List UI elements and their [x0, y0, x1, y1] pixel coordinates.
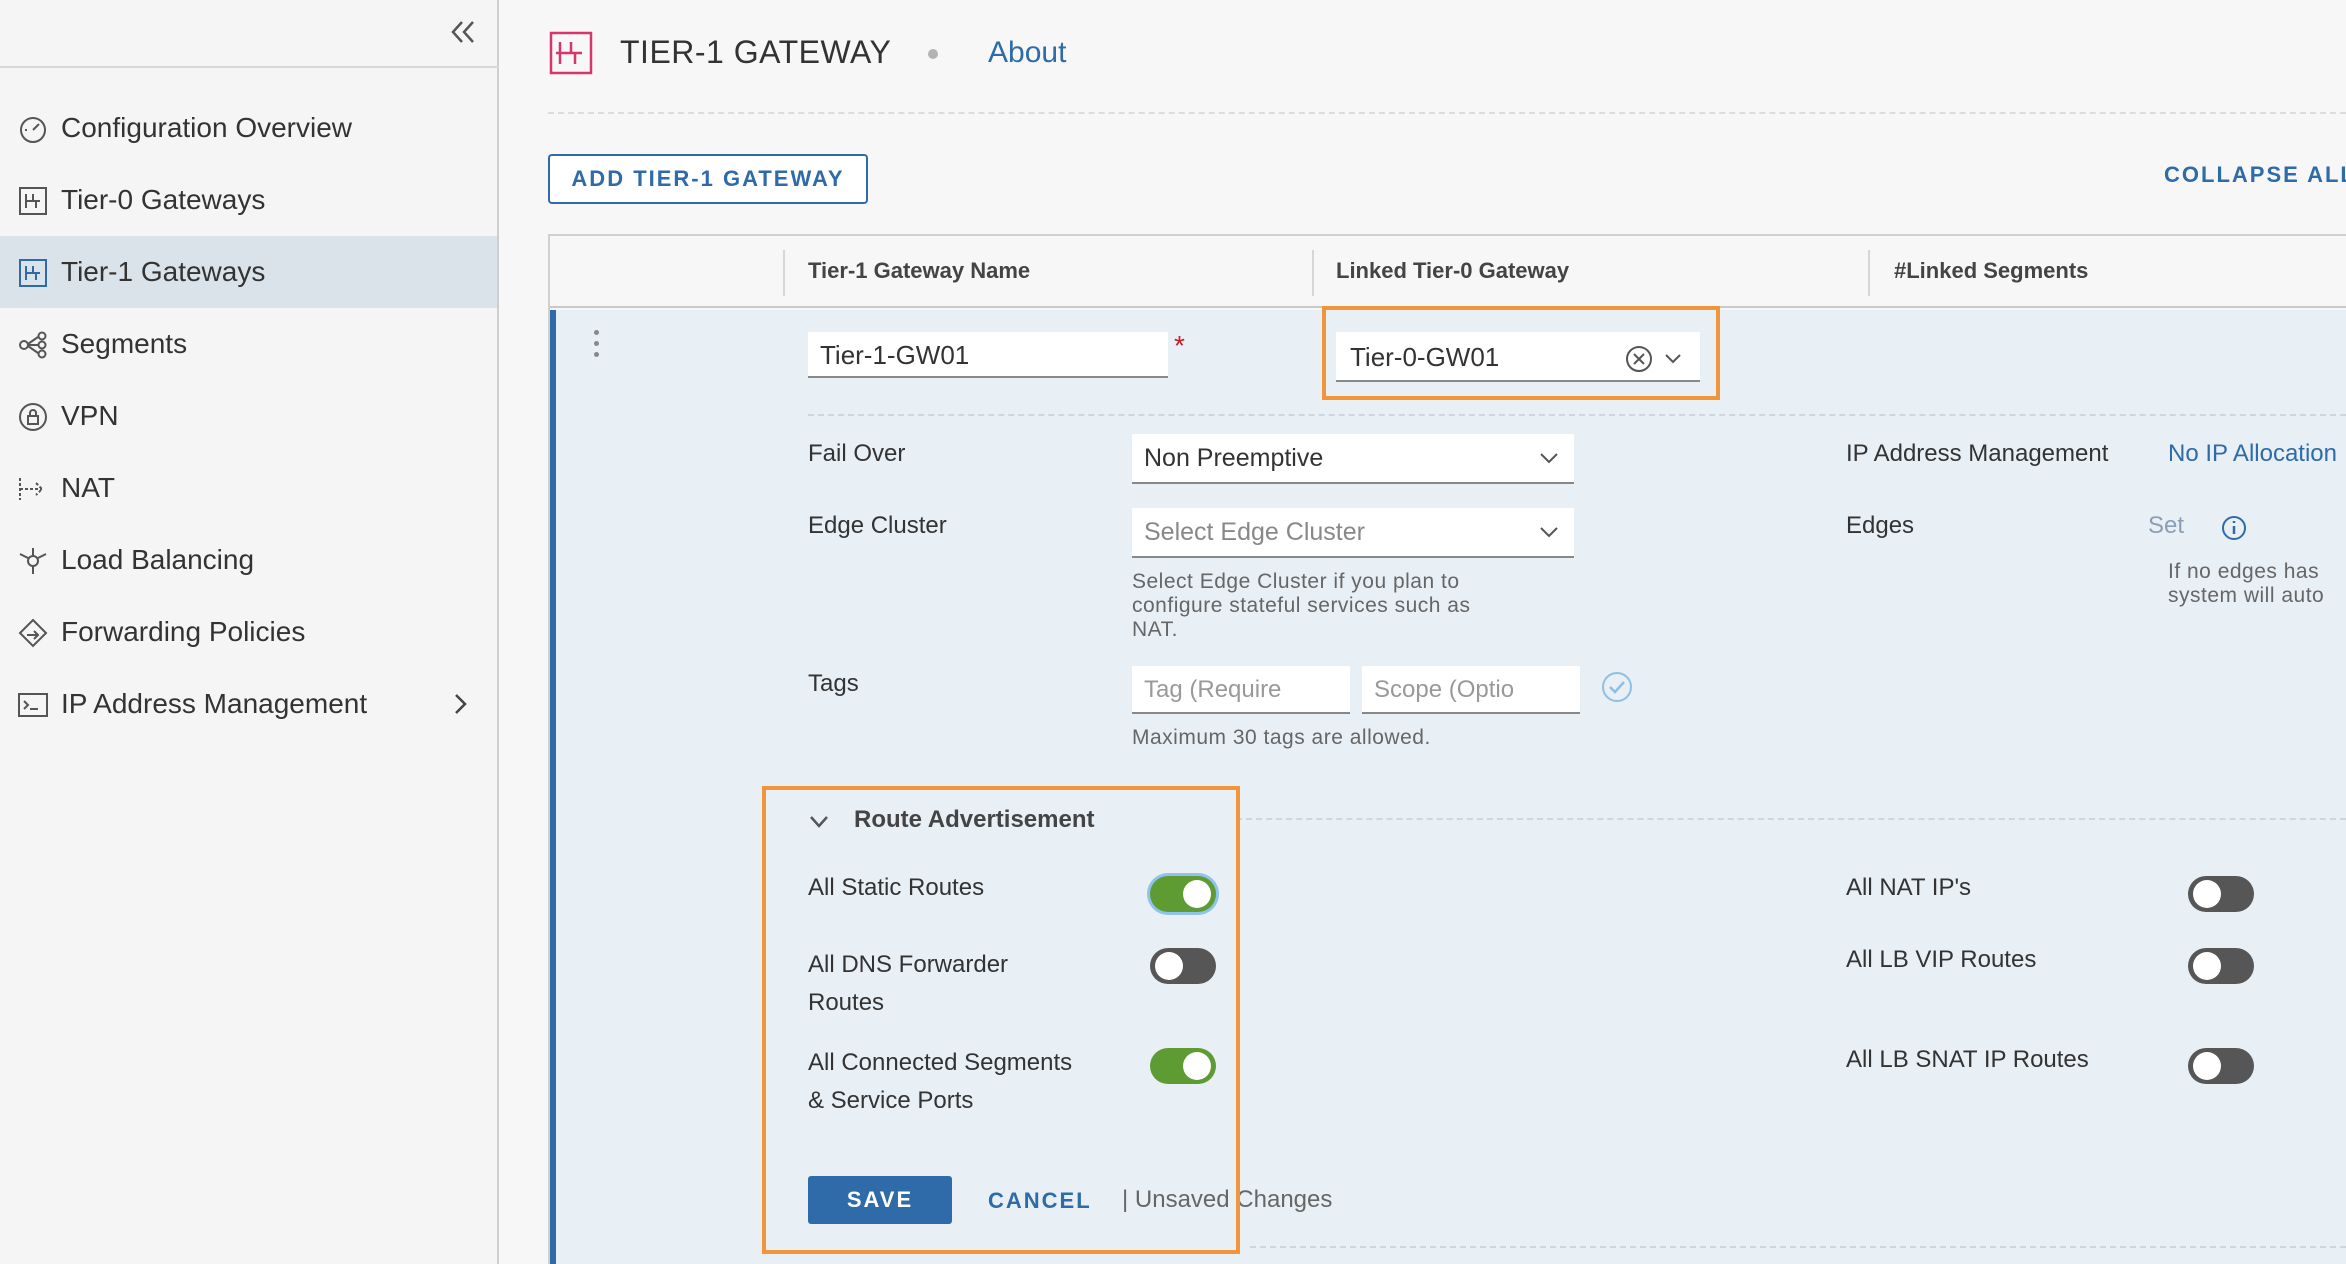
chevron-down-icon[interactable] [1662, 348, 1684, 370]
forwarding-policy-icon [18, 618, 48, 648]
sidebar-item-segments[interactable]: Segments [0, 308, 497, 380]
section-divider [1236, 818, 2346, 820]
load-balancer-icon [19, 548, 47, 574]
sidebar-item-label: IP Address Management [61, 688, 368, 719]
nat-ips-toggle[interactable] [2188, 876, 2254, 912]
ip-allocation-link[interactable]: No IP Allocation [2168, 440, 2337, 468]
edge-cluster-label: Edge Cluster [808, 512, 947, 539]
vpn-lock-icon [19, 403, 47, 431]
sidebar-item-forwarding-policies[interactable]: Forwarding Policies [0, 596, 497, 668]
header-divider [548, 112, 2346, 114]
section-divider [1250, 1246, 2346, 1248]
sidebar-item-load-balancing[interactable]: Load Balancing [0, 524, 497, 596]
edges-label: Edges [1846, 512, 1915, 539]
help-line: NAT. [1132, 618, 1178, 641]
chevron-right-icon[interactable] [448, 690, 472, 718]
nat-icon [19, 478, 44, 500]
failover-label: Fail Over [808, 440, 906, 467]
tag-input[interactable]: Tag (Require [1132, 666, 1350, 714]
add-tier1-gateway-button[interactable]: ADD TIER-1 GATEWAY [548, 154, 868, 204]
gateway-icon [19, 259, 47, 287]
sidebar-item-tier0-gateways[interactable]: Tier-0 Gateways [0, 164, 497, 236]
row-actions-kebab-icon[interactable] [592, 330, 600, 360]
edges-set-link[interactable]: Set [2148, 512, 2184, 540]
help-line: Select Edge Cluster if you plan to [1132, 570, 1460, 593]
edge-cluster-help: Select Edge Cluster if you plan to confi… [1132, 570, 1471, 642]
tags-label: Tags [808, 670, 859, 697]
lb-vip-routes-toggle[interactable] [2188, 948, 2254, 984]
sidebar-item-label: Configuration Overview [61, 112, 353, 143]
sidebar-item-label: Tier-0 Gateways [61, 184, 266, 215]
ip-address-management-label: IP Address Management [1846, 440, 2109, 467]
sidebar: Configuration Overview Tier-0 Gateways T… [0, 0, 499, 1264]
toggle-knob [2193, 952, 2221, 980]
column-header-name[interactable]: Tier-1 Gateway Name [808, 258, 1030, 284]
sidebar-item-tier1-gateways[interactable]: Tier-1 Gateways [0, 236, 497, 308]
sidebar-item-label: Load Balancing [61, 544, 255, 575]
chevron-down-icon [1540, 527, 1558, 538]
lb-snat-ip-routes-toggle[interactable] [2188, 1048, 2254, 1084]
title-separator-dot [928, 49, 938, 59]
sidebar-item-vpn[interactable]: VPN [0, 380, 497, 452]
help-line: system will auto [2168, 584, 2325, 607]
lb-vip-routes-label: All LB VIP Routes [1846, 946, 2037, 973]
failover-value: Non Preemptive [1144, 444, 1324, 472]
sidebar-item-label: NAT [61, 472, 115, 503]
sidebar-item-label: Forwarding Policies [61, 616, 306, 647]
lb-snat-ip-routes-label: All LB SNAT IP Routes [1846, 1046, 2089, 1073]
required-indicator: * [1174, 330, 1185, 361]
dashboard-gauge-icon [20, 117, 46, 143]
column-separator [1312, 250, 1314, 296]
collapse-sidebar-icon[interactable] [448, 14, 478, 50]
sidebar-item-nat[interactable]: NAT [0, 452, 497, 524]
column-separator [783, 250, 785, 296]
sidebar-item-ip-address-management[interactable]: IP Address Management [0, 668, 497, 740]
column-separator [1868, 250, 1870, 296]
gateway-name-input[interactable]: Tier-1-GW01 [808, 332, 1168, 378]
tier1-gateway-icon [549, 31, 593, 75]
chevron-down-icon [1540, 453, 1558, 464]
about-link[interactable]: About [988, 36, 1066, 70]
sidebar-divider [0, 66, 499, 68]
sidebar-item-label: VPN [61, 400, 119, 431]
info-icon[interactable] [2220, 514, 2248, 542]
nat-ips-label: All NAT IP's [1846, 874, 1972, 901]
clear-selection-icon[interactable] [1624, 344, 1654, 374]
sidebar-item-label: Tier-1 Gateways [61, 256, 266, 287]
column-header-linked-tier0[interactable]: Linked Tier-0 Gateway [1336, 258, 1569, 284]
segments-network-icon [19, 331, 47, 359]
row-selection-bar [550, 310, 556, 1264]
help-line: If no edges has [2168, 560, 2320, 583]
collapse-all-link[interactable]: COLLAPSE ALL [2164, 162, 2346, 188]
scope-input[interactable]: Scope (Optio [1362, 666, 1580, 714]
failover-select[interactable]: Non Preemptive [1132, 434, 1574, 484]
gateway-icon [19, 187, 47, 215]
highlight-box-route-advertisement [762, 786, 1240, 1254]
row-divider [808, 414, 2346, 416]
help-line: configure stateful services such as [1132, 594, 1471, 617]
sidebar-item-label: Segments [61, 328, 188, 359]
edges-help: If no edges has system will auto [2168, 560, 2324, 608]
sidebar-item-configuration-overview[interactable]: Configuration Overview [0, 92, 497, 164]
linked-tier0-value: Tier-0-GW01 [1350, 342, 1500, 372]
toggle-knob [2193, 1052, 2221, 1080]
ip-management-icon [18, 693, 48, 717]
toggle-knob [2193, 880, 2221, 908]
column-header-linked-segments[interactable]: #Linked Segments [1894, 258, 2088, 284]
tags-help: Maximum 30 tags are allowed. [1132, 726, 1431, 749]
edge-cluster-placeholder: Select Edge Cluster [1144, 518, 1365, 546]
check-circle-icon[interactable] [1600, 670, 1634, 704]
page-title: TIER-1 GATEWAY [620, 34, 892, 70]
edge-cluster-select[interactable]: Select Edge Cluster [1132, 508, 1574, 558]
